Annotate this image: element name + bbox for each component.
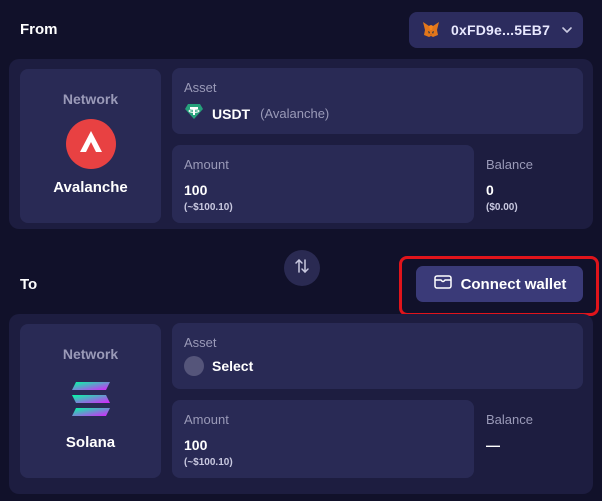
connect-wallet-button[interactable]: Connect wallet [416,266,583,302]
from-balance-value: 0 [486,182,494,198]
metamask-fox-icon [421,19,441,42]
to-asset-placeholder: Select [212,358,254,374]
to-balance-caption: Balance [486,412,533,427]
from-label: From [20,21,58,38]
from-balance-caption: Balance [486,157,533,172]
from-amount-field[interactable]: Amount 100 (~$100.10) [172,145,474,223]
from-asset-caption: Asset [184,80,217,95]
to-asset-caption: Asset [184,335,217,350]
from-balance-fiat: ($0.00) [486,202,518,213]
placeholder-token-icon [184,356,204,376]
to-amount-value: 100 [184,437,208,453]
from-asset-symbol: USDT [212,105,251,122]
wallet-address-dropdown[interactable]: 0xFD9e...5EB7 [409,12,583,48]
wallet-address: 0xFD9e...5EB7 [451,22,551,38]
from-amount-fiat: (~$100.10) [184,202,233,213]
solana-logo-icon [66,374,116,424]
swap-direction-button[interactable] [284,250,320,286]
from-amount-value[interactable]: 100 [184,182,462,198]
from-panel: Network Avalanche Asset USDT (Avalanche) [9,59,593,229]
wallet-icon [433,273,453,295]
connect-wallet-label: Connect wallet [460,275,567,293]
from-network-caption: Network [62,91,119,107]
from-amount-caption: Amount [184,157,229,172]
to-network-name: Solana [65,434,116,451]
to-amount-field[interactable]: Amount 100 (~$100.10) [172,400,474,478]
to-amount-fiat: (~$100.10) [184,457,233,468]
swap-arrows-icon [293,257,311,280]
to-label: To [20,276,38,293]
from-network-name: Avalanche [53,179,128,196]
to-amount-caption: Amount [184,412,229,427]
to-network-caption: Network [62,346,119,362]
to-panel: Network Solana Asset Select Amount 100 (… [9,314,593,494]
to-balance-value: — [486,437,500,453]
to-balance: Balance — [484,400,584,478]
chevron-down-icon [560,23,574,37]
tether-icon [184,101,204,126]
from-balance: Balance 0 ($0.00) [484,145,584,223]
avalanche-logo-icon [65,119,116,169]
to-network-selector[interactable]: Network Solana [20,324,161,478]
from-network-selector[interactable]: Network Avalanche [20,69,161,223]
from-asset-chain: (Avalanche) [260,106,330,121]
to-asset-selector[interactable]: Asset Select [172,323,583,389]
from-asset-selector[interactable]: Asset USDT (Avalanche) [172,68,583,134]
